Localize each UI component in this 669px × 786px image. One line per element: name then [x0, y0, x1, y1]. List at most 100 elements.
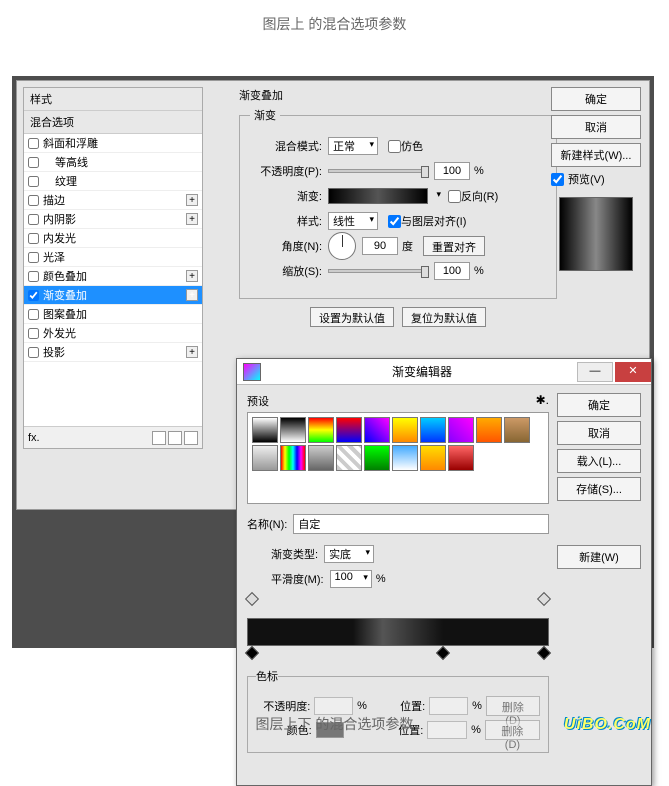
- style-item-8[interactable]: 渐变叠加+: [24, 286, 202, 305]
- footer-icon-2[interactable]: [168, 431, 182, 445]
- style-checkbox[interactable]: [28, 138, 39, 149]
- style-checkbox[interactable]: [28, 347, 39, 358]
- style-item-4[interactable]: 内阴影+: [24, 210, 202, 229]
- preset-swatch[interactable]: [392, 445, 418, 471]
- new-style-button[interactable]: 新建样式(W)...: [551, 143, 641, 167]
- type-label: 渐变类型:: [271, 546, 318, 562]
- style-item-0[interactable]: 斜面和浮雕: [24, 134, 202, 153]
- preset-swatch[interactable]: [448, 417, 474, 443]
- preset-box[interactable]: [247, 412, 549, 504]
- color-stop-3[interactable]: [537, 646, 551, 660]
- style-item-9[interactable]: 图案叠加: [24, 305, 202, 324]
- style-item-10[interactable]: 外发光: [24, 324, 202, 343]
- style-label: 描边: [43, 192, 65, 208]
- scale-slider[interactable]: [328, 269, 428, 273]
- smooth-input[interactable]: 100: [330, 570, 372, 588]
- style-label: 图案叠加: [43, 306, 87, 322]
- color-stop-2[interactable]: [436, 646, 450, 660]
- style-select[interactable]: 线性: [328, 212, 378, 230]
- style-label: 外发光: [43, 325, 76, 341]
- align-checkbox[interactable]: [388, 215, 401, 228]
- reset-align-button[interactable]: 重置对齐: [423, 236, 485, 256]
- name-input[interactable]: [293, 514, 549, 534]
- type-select[interactable]: 实底: [324, 545, 374, 563]
- style-item-3[interactable]: 描边 +: [24, 191, 202, 210]
- ge-new-button[interactable]: 新建(W): [557, 545, 641, 569]
- style-item-2[interactable]: 纹理: [24, 172, 202, 191]
- preset-swatch[interactable]: [448, 445, 474, 471]
- style-item-1[interactable]: 等高线: [24, 153, 202, 172]
- footer-icon-1[interactable]: [152, 431, 166, 445]
- ge-ok-button[interactable]: 确定: [557, 393, 641, 417]
- preset-swatch[interactable]: [392, 417, 418, 443]
- gradient-preview[interactable]: [328, 188, 428, 204]
- dither-checkbox[interactable]: [388, 140, 401, 153]
- preset-swatch[interactable]: [504, 417, 530, 443]
- scale-input[interactable]: [434, 262, 470, 280]
- plus-icon[interactable]: +: [186, 213, 198, 225]
- plus-icon[interactable]: +: [186, 289, 198, 301]
- preset-swatch[interactable]: [336, 417, 362, 443]
- opacity-label: 不透明度(P):: [250, 163, 322, 179]
- plus-icon[interactable]: +: [186, 346, 198, 358]
- preset-swatch[interactable]: [420, 445, 446, 471]
- reset-default-button[interactable]: 复位为默认值: [402, 307, 486, 327]
- reverse-checkbox[interactable]: [448, 190, 461, 203]
- ok-button[interactable]: 确定: [551, 87, 641, 111]
- preset-swatch[interactable]: [308, 445, 334, 471]
- plus-icon[interactable]: +: [186, 194, 198, 206]
- gradient-editor-titlebar[interactable]: 渐变编辑器 — ✕: [237, 359, 651, 385]
- style-checkbox[interactable]: [28, 157, 39, 168]
- style-checkbox[interactable]: [28, 176, 39, 187]
- preset-swatch[interactable]: [476, 417, 502, 443]
- color-stop-1[interactable]: [245, 646, 259, 660]
- opacity-stop-left[interactable]: [245, 592, 259, 606]
- preview-checkbox[interactable]: [551, 173, 564, 186]
- style-item-7[interactable]: 颜色叠加+: [24, 267, 202, 286]
- ge-cancel-button[interactable]: 取消: [557, 421, 641, 445]
- opacity-input[interactable]: [434, 162, 470, 180]
- gradient-bar[interactable]: [247, 618, 549, 646]
- style-checkbox[interactable]: [28, 309, 39, 320]
- trash-icon[interactable]: [184, 431, 198, 445]
- ge-load-button[interactable]: 载入(L)...: [557, 449, 641, 473]
- preset-swatch[interactable]: [252, 445, 278, 471]
- style-checkbox[interactable]: [28, 195, 39, 206]
- name-label: 名称(N):: [247, 516, 287, 532]
- cancel-button[interactable]: 取消: [551, 115, 641, 139]
- preset-swatch[interactable]: [420, 417, 446, 443]
- style-checkbox[interactable]: [28, 271, 39, 282]
- plus-icon[interactable]: +: [186, 270, 198, 282]
- style-item-5[interactable]: 内发光: [24, 229, 202, 248]
- preset-swatch[interactable]: [336, 445, 362, 471]
- opacity-slider[interactable]: [328, 169, 428, 173]
- blend-mode-select[interactable]: 正常: [328, 137, 378, 155]
- presets-label: 预设: [247, 393, 269, 409]
- stop-position-input-1: [429, 697, 468, 715]
- style-item-11[interactable]: 投影+: [24, 343, 202, 362]
- style-checkbox[interactable]: [28, 233, 39, 244]
- style-checkbox[interactable]: [28, 328, 39, 339]
- make-default-button[interactable]: 设置为默认值: [310, 307, 394, 327]
- preset-swatch[interactable]: [280, 445, 306, 471]
- preset-swatch[interactable]: [308, 417, 334, 443]
- gear-icon[interactable]: ✱.: [536, 393, 549, 409]
- angle-input[interactable]: [362, 237, 398, 255]
- style-checkbox[interactable]: [28, 290, 39, 301]
- opacity-stop-right[interactable]: [537, 592, 551, 606]
- ge-save-button[interactable]: 存储(S)...: [557, 477, 641, 501]
- close-button[interactable]: ✕: [615, 362, 651, 382]
- angle-unit: 度: [402, 238, 413, 254]
- blend-options-row[interactable]: 混合选项: [24, 111, 202, 134]
- stops-title: 色标: [256, 668, 278, 684]
- style-item-6[interactable]: 光泽: [24, 248, 202, 267]
- preset-swatch[interactable]: [364, 417, 390, 443]
- preset-swatch[interactable]: [364, 445, 390, 471]
- preset-swatch[interactable]: [280, 417, 306, 443]
- align-label: 与图层对齐(I): [401, 213, 466, 229]
- style-checkbox[interactable]: [28, 252, 39, 263]
- style-checkbox[interactable]: [28, 214, 39, 225]
- preset-swatch[interactable]: [252, 417, 278, 443]
- angle-dial[interactable]: [328, 232, 356, 260]
- minimize-button[interactable]: —: [577, 362, 613, 382]
